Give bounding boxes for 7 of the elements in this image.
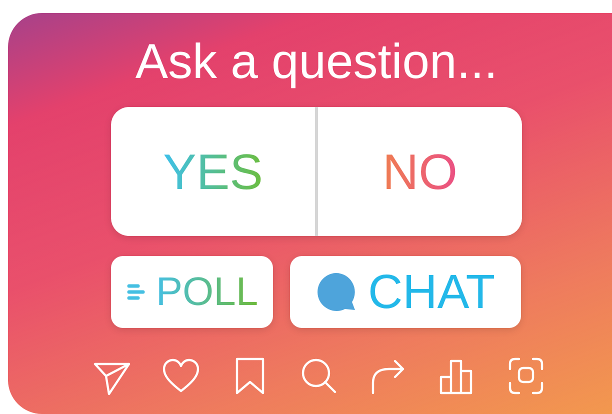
vote-option[interactable]: YES: [111, 107, 315, 236]
lines-icon: [126, 282, 146, 302]
question-title: Ask a question...: [134, 34, 499, 91]
vote-option[interactable]: NO: [318, 107, 522, 236]
chat-button[interactable]: CHAT: [290, 256, 521, 328]
poll-button[interactable]: POLL: [111, 256, 273, 328]
speech-bubble-icon: [316, 272, 358, 312]
